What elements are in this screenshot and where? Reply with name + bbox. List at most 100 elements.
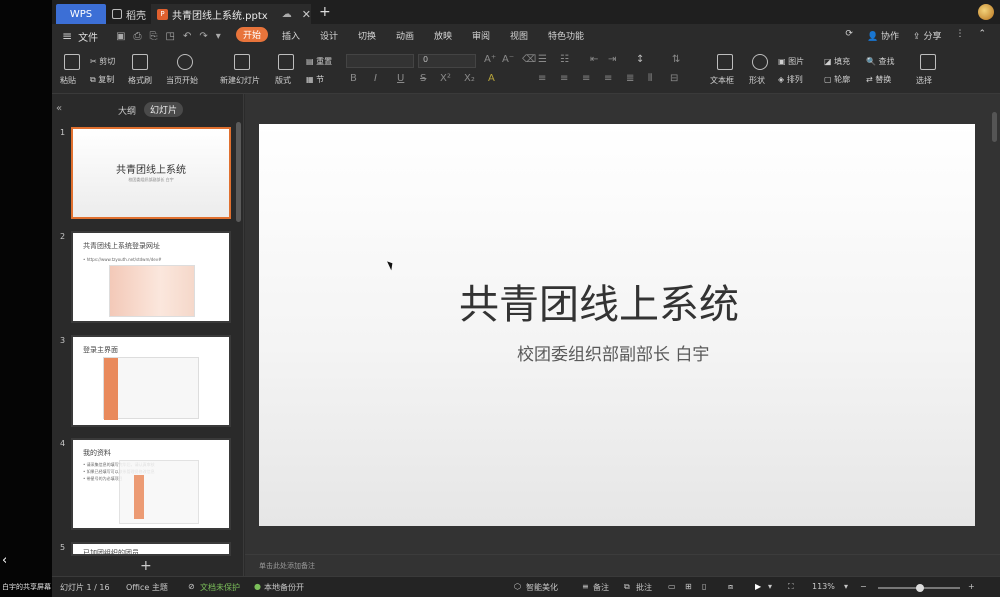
file-menu[interactable]: 文件 (78, 29, 98, 44)
play-slideshow-icon[interactable]: ▶ (755, 582, 761, 591)
share-button[interactable]: ⇪ 分享 (913, 29, 941, 42)
paste-icon[interactable] (64, 54, 80, 70)
presenter-icon[interactable]: ⧈ (728, 582, 733, 592)
tab-docer[interactable]: 稻壳 (108, 4, 148, 24)
current-slide[interactable]: 共青团线上系统 校团委组织部副部长 白宇 (259, 124, 975, 526)
normal-view-icon[interactable]: ▭ (668, 582, 676, 591)
font-size-select[interactable]: 0 (418, 54, 476, 68)
slide-thumbnail-5[interactable]: 已加团组织的团员 (71, 542, 231, 556)
layout-icon[interactable] (278, 54, 294, 70)
collapse-panel-icon[interactable]: « (56, 103, 62, 114)
tab-special-features[interactable]: 特色功能 (548, 29, 584, 42)
redo-icon[interactable]: ↷ (199, 31, 207, 42)
theme-label[interactable]: Office 主题 (126, 582, 168, 593)
scrollbar-thumb[interactable] (992, 112, 997, 142)
arrange-button[interactable]: ◈ 排列 (778, 74, 803, 85)
align-text-icon[interactable]: ⊟ (670, 73, 678, 84)
new-slide-button[interactable]: 新建幻灯片 (220, 75, 260, 86)
local-backup-status[interactable]: 本地备份开 (264, 582, 304, 593)
shape-icon[interactable] (752, 54, 768, 70)
section-button[interactable]: ▦ 节 (306, 74, 324, 85)
tab-insert[interactable]: 插入 (282, 29, 300, 42)
play-icon[interactable] (177, 54, 193, 70)
outdent-icon[interactable]: ⇤ (590, 54, 598, 65)
notes-toggle-button[interactable]: 备注 (593, 582, 609, 593)
zoom-level[interactable]: 113% (812, 582, 835, 591)
tab-review[interactable]: 审阅 (472, 29, 490, 42)
tab-outline[interactable]: 大纲 (118, 104, 136, 117)
tab-document[interactable]: P 共青团线上系统.pptx ☁ ✕ (151, 4, 311, 24)
fill-button[interactable]: ◪ 填充 (824, 56, 850, 67)
tab-slides[interactable]: 幻灯片 (144, 102, 184, 117)
align-center-icon[interactable]: ≡ (560, 73, 568, 84)
clear-format-icon[interactable]: ⌫ (522, 54, 536, 65)
panel-scrollbar[interactable] (236, 122, 241, 222)
font-family-select[interactable] (346, 54, 414, 68)
save-icon[interactable]: ▣ (116, 31, 125, 42)
indent-icon[interactable]: ⇥ (608, 54, 616, 65)
text-direction-icon[interactable]: ⇅ (672, 54, 680, 65)
find-button[interactable]: 🔍 查找 (866, 56, 895, 67)
distribute-icon[interactable]: ≣ (626, 73, 634, 84)
slide-thumbnail-4[interactable]: 我的资料 • 请采集信息的填写完毕后，请认真审核 • 如果已经填写可以联系管理员… (71, 438, 231, 530)
tab-home[interactable]: 开始 (236, 27, 269, 42)
tab-design[interactable]: 设计 (320, 29, 338, 42)
shape-button[interactable]: 形状 (749, 75, 765, 86)
underline-button[interactable]: U (397, 73, 404, 84)
subscript-button[interactable]: X₂ (464, 73, 475, 84)
columns-icon[interactable]: ⫴ (648, 73, 652, 84)
smart-beautify-button[interactable]: 智能美化 (526, 582, 558, 593)
bullets-icon[interactable]: ☰ (538, 54, 547, 65)
print-icon[interactable]: ⎘ (150, 31, 158, 42)
align-left-icon[interactable]: ≡ (538, 73, 546, 84)
picture-button[interactable]: ▣ 图片 (778, 56, 804, 67)
zoom-out-icon[interactable]: − (860, 582, 867, 591)
tab-transition[interactable]: 切换 (358, 29, 376, 42)
replace-button[interactable]: ⇄ 替换 (866, 74, 891, 85)
superscript-button[interactable]: X² (440, 73, 451, 84)
text-box-button[interactable]: 文本框 (710, 75, 734, 86)
slide-thumbnail-1[interactable]: 共青团线上系统 校团委组织部副部长 白宇 (71, 127, 231, 219)
numbering-icon[interactable]: ☷ (560, 54, 569, 65)
cut-button[interactable]: ✂ 剪切 (90, 56, 115, 67)
format-painter-button[interactable]: 格式刷 (128, 75, 152, 86)
user-avatar[interactable] (978, 4, 994, 20)
undo-icon[interactable]: ↶ (183, 31, 191, 42)
tab-slideshow[interactable]: 放映 (434, 29, 452, 42)
dropdown-icon[interactable]: ▾ (216, 31, 221, 42)
font-color-button[interactable]: A (488, 73, 495, 84)
layout-button[interactable]: 版式 (275, 75, 291, 86)
align-right-icon[interactable]: ≡ (582, 73, 590, 84)
zoom-slider-knob[interactable] (916, 584, 925, 592)
select-button[interactable]: 选择 (916, 75, 932, 86)
slide-thumbnail-2[interactable]: 共青团线上系统登录网址 • https://www.tzyouth.net/st… (71, 231, 231, 323)
tab-wps-home[interactable]: WPS (56, 4, 106, 24)
increase-font-icon[interactable]: A⁺ (484, 54, 496, 65)
zoom-in-icon[interactable]: + (968, 582, 975, 591)
italic-button[interactable]: I (374, 73, 377, 84)
fit-window-icon[interactable]: ⛶ (788, 582, 794, 592)
new-tab-button[interactable]: + (319, 4, 331, 20)
copy-button[interactable]: ⧉ 复制 (90, 74, 114, 85)
play-dropdown-icon[interactable]: ▾ (768, 582, 772, 591)
zoom-slider[interactable] (878, 584, 960, 592)
line-spacing-icon[interactable]: ↕ (636, 54, 644, 65)
more-options-icon[interactable]: ⋮ (955, 29, 964, 42)
outline-button[interactable]: ▢ 轮廓 (824, 74, 850, 85)
start-from-current-button[interactable]: 当页开始 (166, 75, 198, 86)
close-tab-icon[interactable]: ✕ (302, 8, 311, 21)
back-chevron-icon[interactable]: ‹ (2, 553, 7, 568)
collaborate-button[interactable]: 👤 协作 (867, 29, 899, 42)
comments-button[interactable]: 批注 (636, 582, 652, 593)
canvas-scrollbar[interactable] (992, 112, 997, 532)
tab-view[interactable]: 视图 (510, 29, 528, 42)
export-icon[interactable]: ⎙ (134, 31, 142, 42)
new-slide-icon[interactable] (234, 54, 250, 70)
slide-thumbnail-3[interactable]: 登录主界面 (71, 335, 231, 427)
hamburger-menu-icon[interactable]: ≡ (62, 29, 72, 43)
tab-animation[interactable]: 动画 (396, 29, 414, 42)
decrease-font-icon[interactable]: A⁻ (502, 54, 514, 65)
notes-input[interactable]: 单击此处添加备注 (245, 554, 1000, 576)
document-protection-status[interactable]: 文档未保护 (200, 582, 240, 593)
justify-icon[interactable]: ≡ (604, 73, 612, 84)
